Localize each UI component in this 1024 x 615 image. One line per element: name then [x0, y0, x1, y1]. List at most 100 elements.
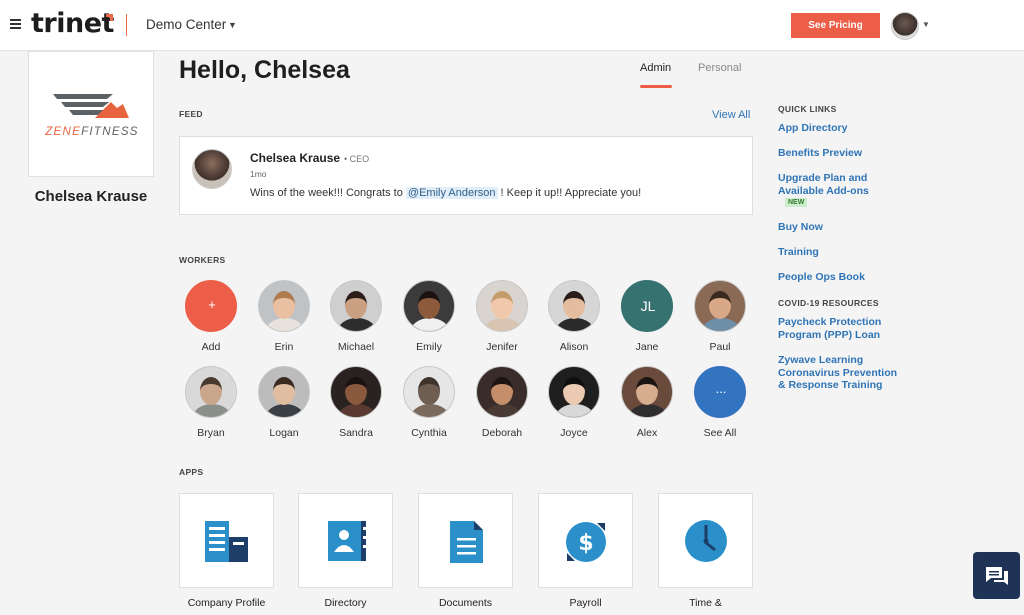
company-profile-icon — [205, 521, 248, 562]
worker-alex[interactable]: Alex — [615, 366, 679, 439]
worker-avatar[interactable] — [185, 366, 237, 418]
documents-icon — [450, 521, 483, 563]
worker-emily[interactable]: Emily — [397, 280, 461, 353]
worker-name: Sandra — [339, 427, 373, 439]
post-author-avatar[interactable] — [192, 149, 232, 189]
quick-links-heading: QUICK LINKS — [778, 104, 837, 114]
app-card[interactable] — [179, 493, 274, 588]
worker-name: Bryan — [197, 427, 225, 439]
worker-sandra[interactable]: Sandra — [324, 366, 388, 439]
view-all-link[interactable]: View All — [712, 109, 750, 121]
worker-avatar[interactable] — [258, 366, 310, 418]
page-title: Hello, Chelsea — [179, 56, 350, 84]
payroll-icon: $ — [566, 522, 606, 562]
worker-michael[interactable]: Michael — [324, 280, 388, 353]
worker-avatar[interactable] — [330, 366, 382, 418]
hamburger-menu-icon[interactable] — [10, 19, 21, 31]
app-time[interactable]: Time & — [658, 493, 753, 609]
workers-section-label: WORKERS — [179, 255, 226, 265]
link-upgrade-plan[interactable]: Upgrade Plan and Available Add-ons — [778, 172, 869, 197]
chat-button[interactable] — [973, 552, 1020, 599]
app-label: Time & — [689, 597, 722, 609]
worker-name: Emily — [416, 341, 442, 353]
chevron-down-icon[interactable]: ▼ — [228, 20, 237, 30]
app-directory[interactable]: Directory — [298, 493, 393, 609]
directory-icon — [328, 521, 367, 561]
tab-personal[interactable]: Personal — [698, 62, 741, 74]
link-training[interactable]: Training — [778, 246, 819, 259]
company-logo-text: ZENEFITNESS — [45, 126, 139, 138]
svg-text:$: $ — [578, 531, 593, 556]
worker-paul[interactable]: Paul — [688, 280, 752, 353]
demo-center-dropdown[interactable]: Demo Center — [146, 17, 226, 32]
user-avatar[interactable] — [891, 12, 919, 40]
worker-avatar[interactable] — [403, 280, 455, 332]
worker-avatar[interactable] — [694, 280, 746, 332]
app-label: Documents — [438, 597, 493, 609]
app-payroll[interactable]: $ Payroll — [538, 493, 633, 609]
trinet-logo-mark — [106, 14, 113, 21]
chat-icon — [986, 567, 1008, 585]
worker-avatar[interactable] — [476, 366, 528, 418]
link-benefits-preview[interactable]: Benefits Preview — [778, 147, 862, 160]
post-author-role: • CEO — [344, 154, 370, 164]
worker-erin[interactable]: Erin — [252, 280, 316, 353]
app-company-profile[interactable]: Company Profile — [179, 493, 274, 609]
top-header: trinet Demo Center ▼ See Pricing ▼ — [0, 0, 1024, 51]
link-app-directory[interactable]: App Directory — [778, 122, 847, 135]
worker-name: Erin — [274, 341, 294, 353]
app-card[interactable] — [298, 493, 393, 588]
more-icon[interactable]: ... — [694, 366, 746, 418]
worker-name: See All — [703, 427, 737, 439]
link-ppp-loan[interactable]: Paycheck Protection Program (PPP) Loan — [778, 316, 881, 341]
worker-avatar[interactable] — [548, 366, 600, 418]
tab-admin[interactable]: Admin — [640, 62, 671, 74]
account-chevron-down-icon[interactable]: ▼ — [922, 20, 930, 29]
app-card[interactable]: $ — [538, 493, 633, 588]
link-buy-now[interactable]: Buy Now — [778, 221, 823, 234]
worker-bryan[interactable]: Bryan — [179, 366, 243, 439]
trinet-logo[interactable]: trinet — [31, 8, 114, 39]
see-pricing-button[interactable]: See Pricing — [791, 13, 880, 38]
link-zywave-training[interactable]: Zywave Learning Coronavirus Prevention &… — [778, 354, 897, 392]
worker-name: Paul — [709, 341, 731, 353]
worker-jenifer[interactable]: Jenifer — [470, 280, 534, 353]
see-all-workers-button[interactable]: ... See All — [688, 366, 752, 439]
worker-name: Joyce — [560, 427, 588, 439]
worker-joyce[interactable]: Joyce — [542, 366, 606, 439]
app-card[interactable] — [418, 493, 513, 588]
worker-jane[interactable]: JL Jane — [615, 280, 679, 353]
time-icon — [685, 520, 727, 562]
worker-initials-avatar[interactable]: JL — [621, 280, 673, 332]
company-logo-card: ZENEFITNESS — [28, 51, 154, 177]
add-icon[interactable]: + — [185, 280, 237, 332]
worker-name: Alex — [636, 427, 658, 439]
post-time: 1mo — [250, 169, 267, 179]
worker-name: Jenifer — [486, 341, 518, 353]
header-divider — [126, 14, 127, 36]
worker-avatar[interactable] — [621, 366, 673, 418]
worker-avatar[interactable] — [476, 280, 528, 332]
worker-name: Cynthia — [411, 427, 447, 439]
app-label: Payroll — [569, 597, 602, 609]
worker-avatar[interactable] — [548, 280, 600, 332]
post-author[interactable]: Chelsea Krause — [250, 151, 340, 165]
worker-logan[interactable]: Logan — [252, 366, 316, 439]
active-tab-indicator — [640, 85, 672, 88]
app-documents[interactable]: Documents — [418, 493, 513, 609]
mention-link[interactable]: @Emily Anderson — [405, 187, 498, 199]
app-card[interactable] — [658, 493, 753, 588]
link-people-ops-book[interactable]: People Ops Book — [778, 271, 865, 284]
feed-post[interactable]: Chelsea Krause • CEO 1mo Wins of the wee… — [179, 136, 753, 215]
worker-deborah[interactable]: Deborah — [470, 366, 534, 439]
worker-avatar[interactable] — [258, 280, 310, 332]
feed-section-label: FEED — [179, 109, 203, 119]
worker-cynthia[interactable]: Cynthia — [397, 366, 461, 439]
add-worker-button[interactable]: + Add — [179, 280, 243, 353]
worker-name: Jane — [635, 341, 659, 353]
worker-avatar[interactable] — [403, 366, 455, 418]
worker-name: Deborah — [481, 427, 523, 439]
worker-name: Add — [201, 341, 221, 353]
worker-avatar[interactable] — [330, 280, 382, 332]
worker-alison[interactable]: Alison — [542, 280, 606, 353]
